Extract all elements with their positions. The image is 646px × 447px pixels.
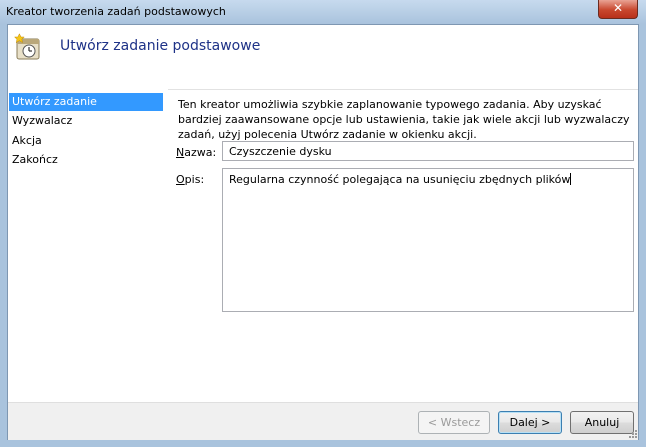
wizard-description: Ten kreator umożliwia szybkie zaplanowan… — [178, 98, 630, 141]
task-scheduler-icon — [14, 33, 40, 60]
step-label: Zakończ — [12, 153, 58, 166]
step-label: Akcja — [12, 134, 42, 147]
description-field[interactable]: Regularna czynność polegająca na usunięc… — [222, 168, 634, 312]
name-value: Czyszczenie dysku — [229, 145, 332, 158]
wizard-main-panel: Ten kreator umożliwia szybkie zaplanowan… — [168, 89, 638, 439]
step-label: Wyzwalacz — [12, 114, 73, 127]
step-item-finish[interactable]: Zakończ — [9, 151, 163, 169]
wizard-window: Kreator tworzenia zadań podstawowych ✕ U… — [0, 0, 646, 447]
window-title: Kreator tworzenia zadań podstawowych — [6, 5, 226, 18]
back-button[interactable]: < Wstecz — [418, 411, 490, 434]
cancel-button[interactable]: Anuluj — [570, 411, 634, 434]
step-item-action[interactable]: Akcja — [9, 132, 163, 150]
description-label: Opis: — [176, 173, 205, 186]
step-item-create-basic-task[interactable]: Utwórz zadanie podstawowe — [9, 93, 163, 126]
close-icon: ✕ — [612, 1, 624, 15]
wizard-header: Utwórz zadanie podstawowe — [8, 25, 638, 90]
title-bar[interactable]: Kreator tworzenia zadań podstawowych ✕ — [0, 0, 646, 24]
next-button[interactable]: Dalej > — [498, 411, 562, 434]
step-item-trigger[interactable]: Wyzwalacz — [9, 112, 163, 130]
text-cursor — [570, 173, 572, 185]
wizard-step-list: Utwórz zadanie podstawowe Wyzwalacz Akcj… — [8, 89, 168, 439]
name-field[interactable]: Czyszczenie dysku — [222, 141, 634, 161]
close-button[interactable]: ✕ — [598, 0, 638, 19]
description-value: Regularna czynność polegająca na usunięc… — [229, 173, 571, 186]
wizard-client-area: Utwórz zadanie podstawowe Utwórz zadanie… — [7, 24, 639, 440]
page-title: Utwórz zadanie podstawowe — [60, 38, 261, 54]
name-label: Nazwa: — [176, 146, 217, 159]
wizard-footer: < Wstecz Dalej > Anuluj — [8, 402, 638, 440]
resize-grip-icon[interactable] — [628, 429, 637, 438]
